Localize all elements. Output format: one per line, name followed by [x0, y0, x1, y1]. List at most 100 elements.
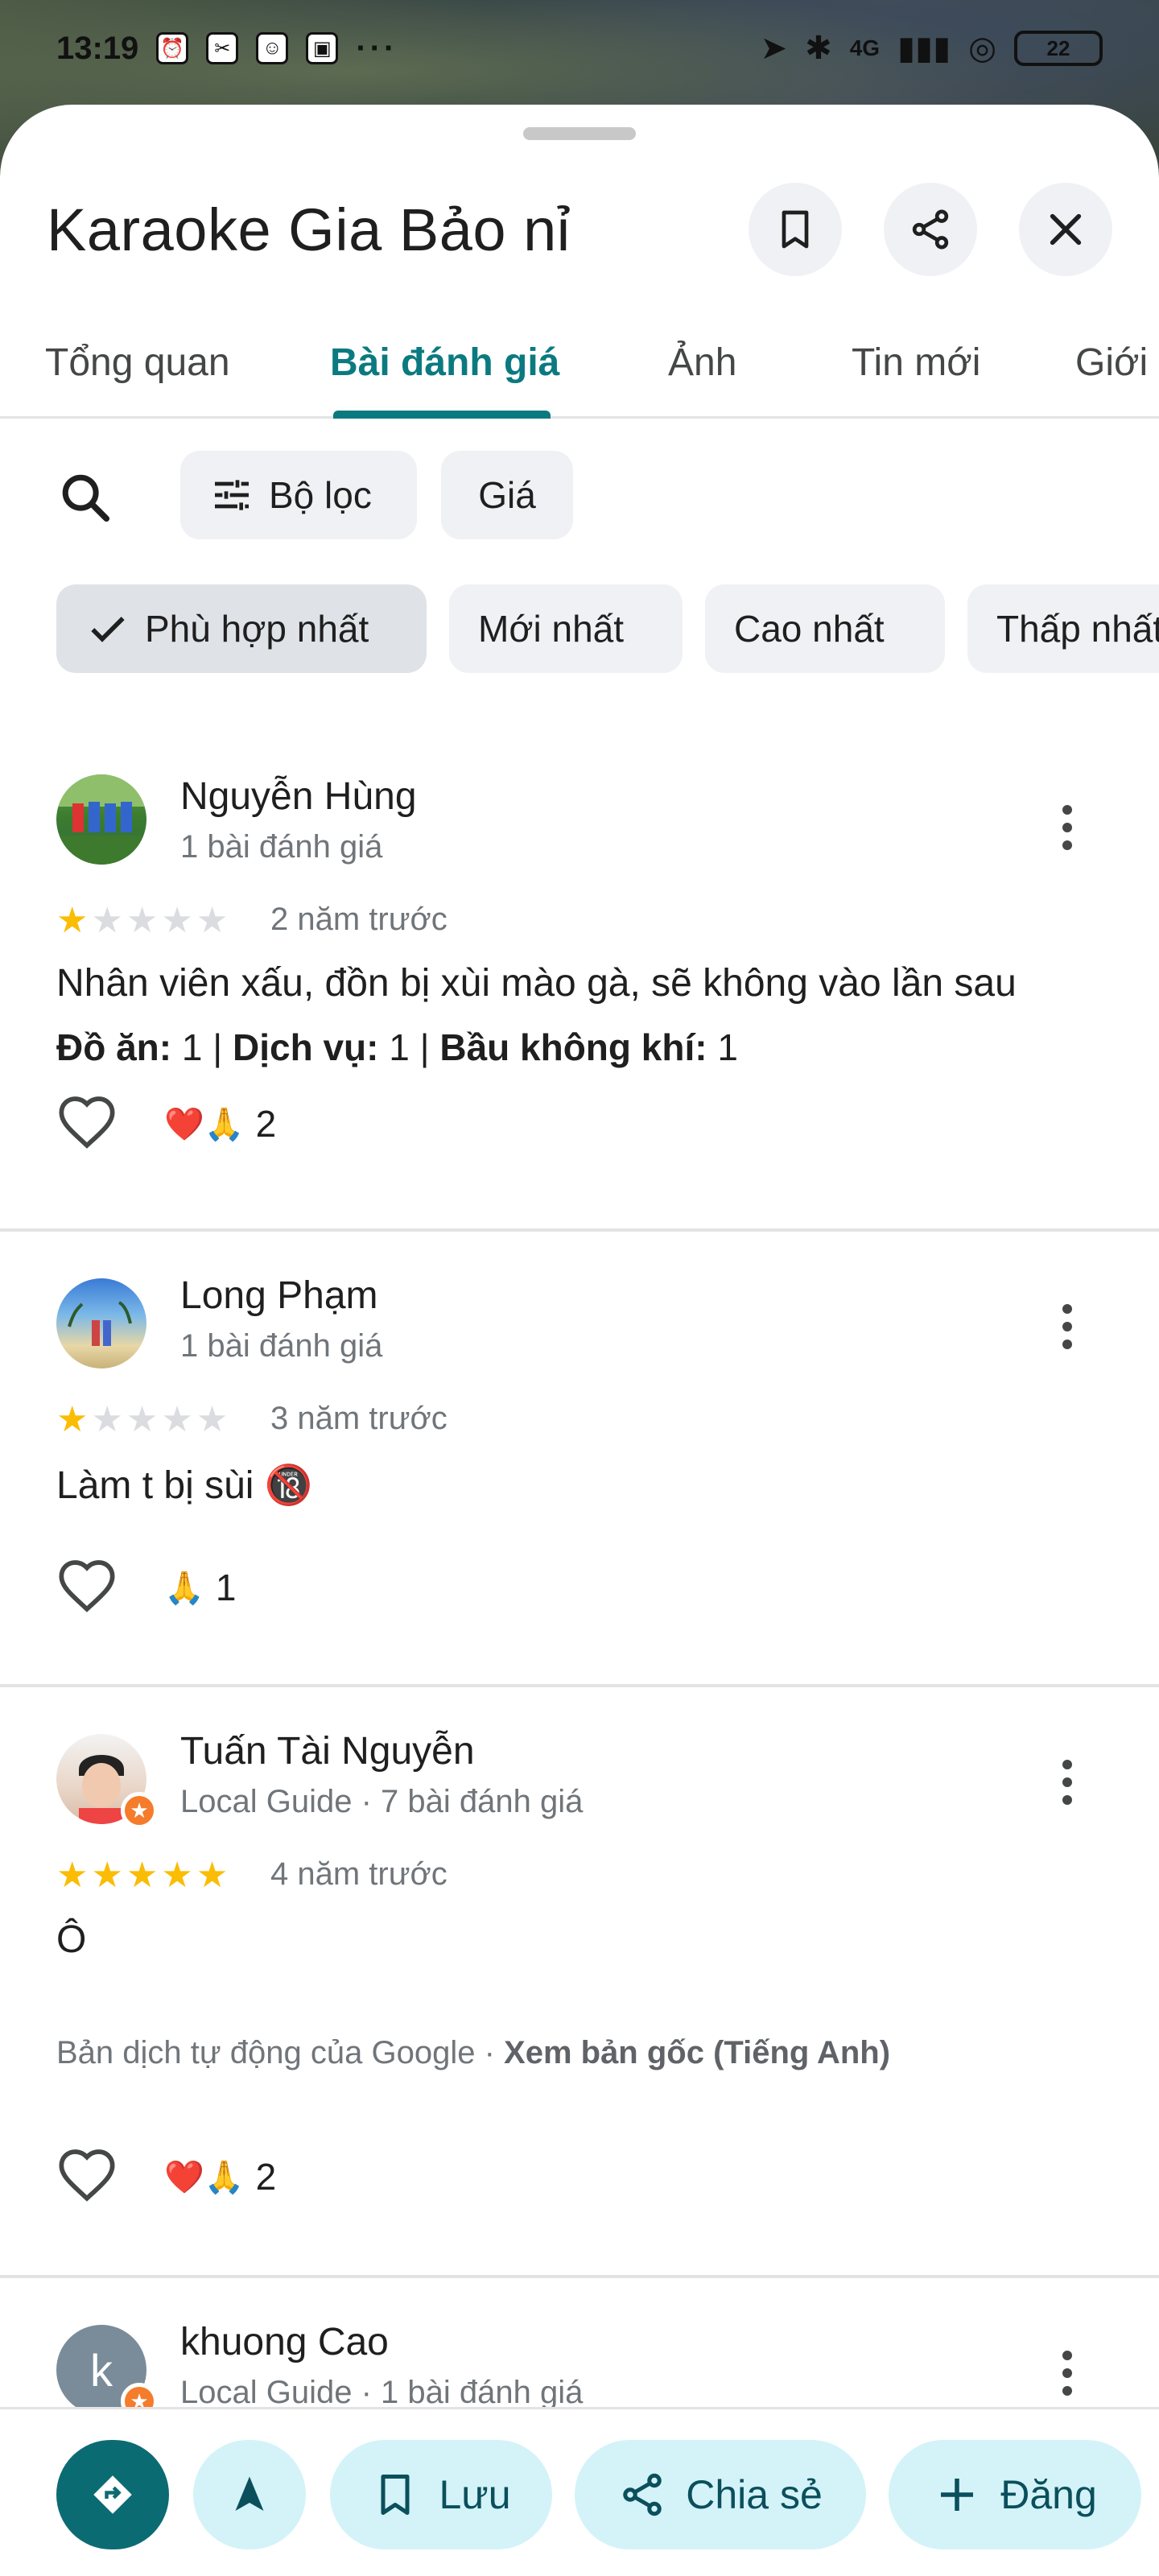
star-empty-icon: ★ [161, 901, 193, 940]
service-value: 1 | [378, 1026, 440, 1068]
start-navigation-button[interactable] [193, 2440, 306, 2549]
food-label: Đồ ăn: [56, 1026, 172, 1068]
reaction-row: ❤️🙏 2 [56, 2146, 276, 2207]
reviewer-subtitle: Local Guide · 1 bài đánh giá [180, 2375, 584, 2410]
search-reviews-button[interactable] [53, 465, 118, 530]
more-notifications-icon: ··· [356, 30, 398, 66]
review-time: 4 năm trước [270, 1856, 448, 1892]
star-empty-icon: ★ [196, 1400, 229, 1439]
star-rating: ★ ★ ★ ★ ★ [56, 903, 228, 939]
share-button[interactable]: Chia sẻ [575, 2440, 866, 2549]
review-card: ★ Tuấn Tài Nguyễn Local Guide · 7 bài đá… [0, 1687, 1159, 2278]
save-place-button[interactable] [749, 183, 842, 276]
more-options-button[interactable] [1038, 799, 1096, 857]
directions-button[interactable] [56, 2440, 169, 2549]
see-original-link[interactable]: Xem bản gốc (Tiếng Anh) [504, 2035, 890, 2070]
app-notification-icon: ✂ [206, 32, 239, 64]
heart-icon[interactable] [56, 1093, 118, 1154]
tune-icon [215, 480, 249, 510]
share-icon [623, 2473, 662, 2516]
reaction-emojis: 🙏 [164, 1570, 204, 1606]
bookmark-icon [782, 210, 809, 249]
reaction-summary[interactable]: 🙏 1 [164, 1566, 236, 1609]
filter-row: Bộ lọc Giá [0, 451, 1159, 539]
more-options-button[interactable] [1038, 1298, 1096, 1356]
reaction-count: 1 [215, 1567, 237, 1608]
avatar[interactable] [56, 774, 146, 865]
drag-handle[interactable] [523, 127, 636, 140]
reviewer-name[interactable]: khuong Cao [180, 2320, 389, 2364]
review-text: Làm t bị sùi 🔞 [56, 1464, 313, 1507]
star-empty-icon: ★ [196, 901, 229, 940]
star-empty-icon: ★ [91, 1400, 123, 1439]
reaction-count: 2 [255, 2156, 277, 2198]
avatar-photo [68, 1301, 132, 1346]
sort-most-relevant[interactable]: Phù hợp nhất [56, 584, 427, 673]
sort-label: Mới nhất [478, 608, 625, 650]
reviewer-name[interactable]: Nguyễn Hùng [180, 774, 417, 819]
reaction-row: 🙏 1 [56, 1557, 236, 1618]
reviewer-name[interactable]: Tuấn Tài Nguyễn [180, 1729, 475, 1773]
star-filled-icon: ★ [161, 1856, 193, 1895]
heart-icon[interactable] [56, 1557, 118, 1618]
sort-label: Phù hợp nhất [145, 608, 369, 650]
navigation-arrow-icon [235, 2476, 264, 2511]
more-options-button[interactable] [1038, 2344, 1096, 2402]
status-bar: 13:19 ⏰ ✂ ☺ ▣ ··· ➤ ✱ 4G ▮▮▮ ◎ 22 [0, 0, 1159, 97]
share-icon [912, 209, 949, 250]
sort-highest[interactable]: Cao nhất [705, 584, 945, 673]
reaction-emojis: ❤️🙏 [164, 1106, 245, 1142]
review-text: Ô [56, 1918, 87, 1961]
tab-reviews[interactable]: Bài đánh giá [330, 306, 559, 419]
star-filled-icon: ★ [196, 1856, 229, 1895]
save-button[interactable]: Lưu [330, 2440, 552, 2549]
sort-lowest[interactable]: Thấp nhất [967, 584, 1159, 673]
location-icon: ➤ [760, 31, 788, 66]
battery-icon: 22 [1014, 31, 1103, 66]
tab-about[interactable]: Giới thiệu [1075, 306, 1159, 419]
reviewer-subtitle: 1 bài đánh giá [180, 829, 383, 865]
review-time: 3 năm trước [270, 1401, 448, 1436]
reaction-summary[interactable]: ❤️🙏 2 [164, 1102, 276, 1146]
action-bar: Lưu Chia sẻ Đăng [0, 2407, 1159, 2576]
star-rating: ★ ★ ★ ★ ★ [56, 1858, 228, 1893]
active-tab-indicator [333, 411, 551, 419]
signal-icon: ▮▮▮ [897, 31, 951, 66]
more-options-button[interactable] [1038, 1753, 1096, 1811]
ambience-label: Bầu không khí: [439, 1026, 707, 1068]
hotspot-icon: ◎ [968, 31, 996, 66]
translation-note: Bản dịch tự động của Google · Xem bản gố… [56, 2035, 890, 2071]
star-empty-icon: ★ [126, 901, 159, 940]
reaction-emojis: ❤️🙏 [164, 2159, 245, 2195]
heart-icon[interactable] [56, 2146, 118, 2207]
review-text: Nhân viên xấu, đồn bị xùi mào gà, sẽ khô… [56, 962, 1017, 1005]
save-label: Lưu [439, 2472, 511, 2517]
status-time: 13:19 [56, 30, 139, 66]
avatar-letter: k [90, 2344, 113, 2396]
filter-label: Bộ lọc [269, 474, 372, 516]
close-button[interactable] [1019, 183, 1112, 276]
tab-overview[interactable]: Tổng quan [45, 306, 230, 419]
reaction-summary[interactable]: ❤️🙏 2 [164, 2155, 276, 2198]
sort-row: Phù hợp nhất Mới nhất Cao nhất Thấp nhất [0, 584, 1159, 675]
app-notification-icon: ▣ [306, 32, 339, 64]
star-filled-icon: ★ [126, 1856, 159, 1895]
check-icon [91, 617, 125, 642]
star-empty-icon: ★ [91, 901, 123, 940]
sort-newest[interactable]: Mới nhất [449, 584, 683, 673]
review-attributes: Đồ ăn: 1 | Dịch vụ: 1 | Bầu không khí: 1 [56, 1026, 738, 1069]
filter-chip[interactable]: Bộ lọc [180, 451, 417, 539]
reviewer-name[interactable]: Long Phạm [180, 1274, 378, 1318]
tab-photos[interactable]: Ảnh [668, 306, 736, 419]
search-icon [62, 474, 110, 522]
plus-icon [941, 2479, 974, 2511]
post-button[interactable]: Đăng [889, 2440, 1141, 2549]
reviewer-subtitle: 1 bài đánh giá [180, 1328, 383, 1364]
share-label: Chia sẻ [686, 2472, 823, 2517]
place-title: Karaoke Gia Bảo nỉ [47, 196, 571, 263]
avatar[interactable] [56, 1278, 146, 1368]
share-button[interactable] [884, 183, 977, 276]
price-chip[interactable]: Giá [441, 451, 573, 539]
sort-label: Cao nhất [734, 608, 885, 650]
tab-updates[interactable]: Tin mới [852, 306, 980, 419]
